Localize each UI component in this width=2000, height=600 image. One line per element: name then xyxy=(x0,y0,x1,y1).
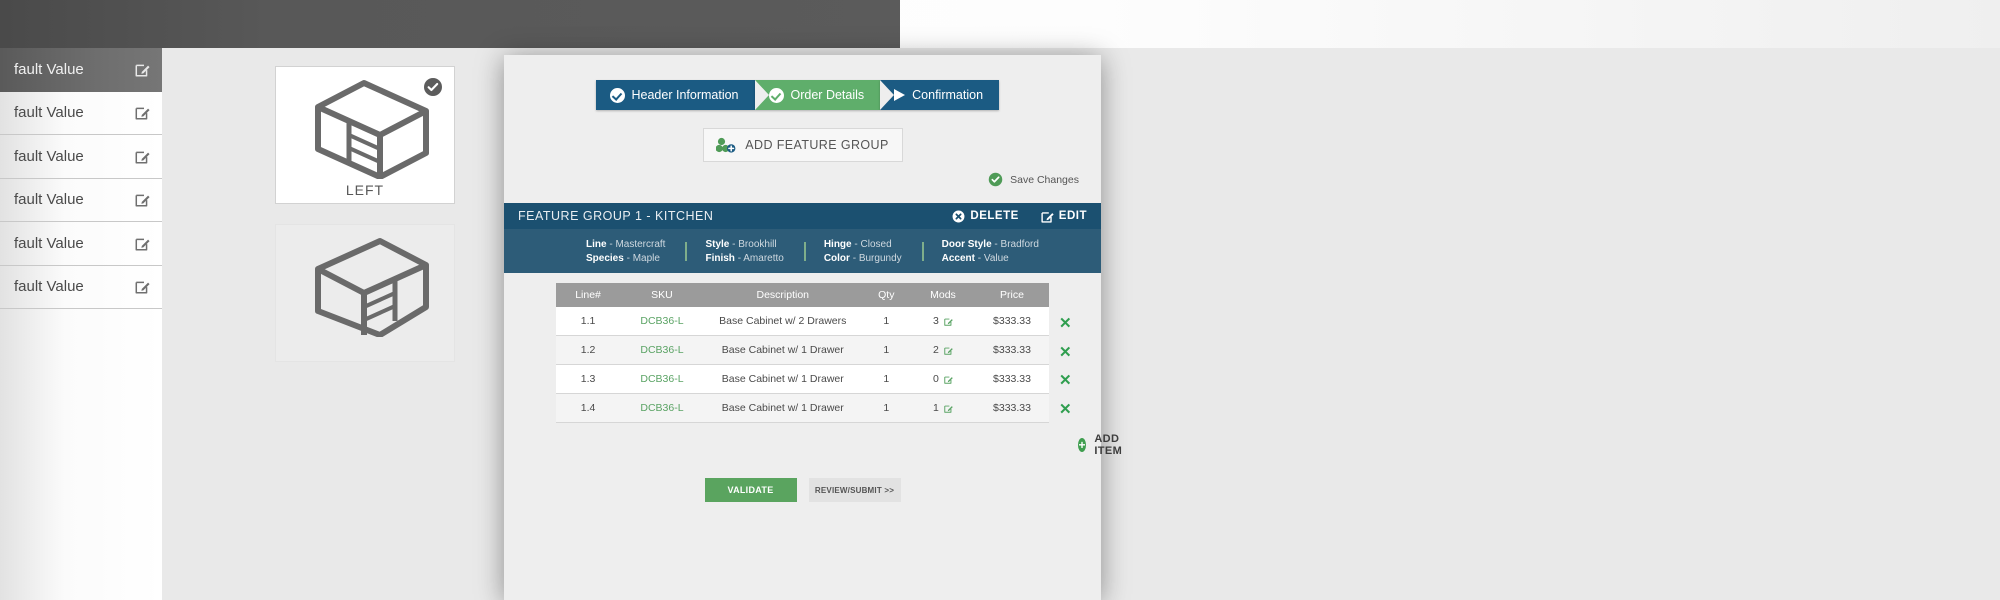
cell-description: Base Cabinet w/ 1 Drawer xyxy=(704,336,862,365)
wizard-step-label: Header Information xyxy=(632,88,739,102)
remove-row-button[interactable]: ✕ xyxy=(1059,316,1072,331)
cell-qty: 1 xyxy=(862,365,911,394)
cell-line: 1.3 xyxy=(556,365,620,394)
column-header-sku: SKU xyxy=(620,283,704,307)
attribute-species: Species - Maple xyxy=(586,253,665,264)
add-feature-group-button[interactable]: ADD FEATURE GROUP xyxy=(703,128,903,162)
add-feature-group-label: ADD FEATURE GROUP xyxy=(745,138,888,152)
attribute-finish: Finish - Amaretto xyxy=(705,253,783,264)
plus-circle-icon: + xyxy=(1078,438,1086,452)
cell-qty: 1 xyxy=(862,307,911,336)
edit-icon xyxy=(944,375,953,384)
feature-group-add-icon xyxy=(716,137,736,154)
cell-description: Base Cabinet w/ 2 Drawers xyxy=(704,307,862,336)
cell-price: $333.33 xyxy=(975,394,1049,423)
attribute-column-1: Line - Mastercraft Species - Maple xyxy=(566,239,685,264)
cell-qty: 1 xyxy=(862,336,911,365)
wizard-step-2[interactable]: Order Details xyxy=(755,80,881,110)
cell-mods[interactable]: 3 xyxy=(911,307,975,336)
items-table: Line# SKU Description Qty Mods Price 1.1… xyxy=(556,283,1049,423)
cell-line: 1.2 xyxy=(556,336,620,365)
modal-footer-buttons: VALIDATE REVIEW/SUBMIT >> xyxy=(504,478,1101,502)
attribute-door-style: Door Style - Bradford xyxy=(942,239,1039,250)
items-table-wrapper: Line# SKU Description Qty Mods Price 1.1… xyxy=(556,283,1049,423)
cell-price: $333.33 xyxy=(975,365,1049,394)
check-circle-icon xyxy=(769,88,784,103)
check-circle-icon xyxy=(610,88,625,103)
cell-description: Base Cabinet w/ 1 Drawer xyxy=(704,365,862,394)
column-header-mods: Mods xyxy=(911,283,975,307)
feature-group-title: FEATURE GROUP 1 - KITCHEN xyxy=(518,209,952,223)
add-item-label: ADD ITEM xyxy=(1094,433,1128,457)
attribute-line: Line - Mastercraft xyxy=(586,239,665,250)
save-changes-label: Save Changes xyxy=(1010,174,1079,186)
cell-line: 1.4 xyxy=(556,394,620,423)
order-details-modal: Header Information Order Details Confirmat… xyxy=(504,55,1101,600)
cell-sku[interactable]: DCB36-L xyxy=(620,365,704,394)
cell-sku[interactable]: DCB36-L xyxy=(620,307,704,336)
delete-label: DELETE xyxy=(970,210,1018,222)
attribute-column-2: Style - Brookhill Finish - Amaretto xyxy=(685,239,803,264)
attribute-color: Color - Burgundy xyxy=(824,253,902,264)
review-submit-button[interactable]: REVIEW/SUBMIT >> xyxy=(809,478,901,502)
cell-sku[interactable]: DCB36-L xyxy=(620,336,704,365)
edit-icon xyxy=(1041,210,1054,223)
add-item-button[interactable]: + ADD ITEM xyxy=(1078,433,1128,457)
cell-mods[interactable]: 2 xyxy=(911,336,975,365)
wizard-breadcrumb: Header Information Order Details Confirmat… xyxy=(596,80,1010,110)
attribute-column-3: Hinge - Closed Color - Burgundy xyxy=(804,239,922,264)
wizard-step-label: Order Details xyxy=(791,88,865,102)
edit-icon xyxy=(944,317,953,326)
column-header-description: Description xyxy=(704,283,862,307)
cell-qty: 1 xyxy=(862,394,911,423)
table-row[interactable]: 1.3DCB36-LBase Cabinet w/ 1 Drawer10$333… xyxy=(556,365,1049,394)
cell-line: 1.1 xyxy=(556,307,620,336)
cell-sku[interactable]: DCB36-L xyxy=(620,394,704,423)
attribute-style: Style - Brookhill xyxy=(705,239,783,250)
save-changes-button[interactable]: Save Changes xyxy=(988,172,1079,187)
cell-price: $333.33 xyxy=(975,307,1049,336)
edit-icon xyxy=(944,404,953,413)
edit-label: EDIT xyxy=(1059,210,1087,222)
wizard-step-label: Confirmation xyxy=(912,88,983,102)
edit-icon xyxy=(944,346,953,355)
attribute-hinge: Hinge - Closed xyxy=(824,239,902,250)
edit-feature-group-button[interactable]: EDIT xyxy=(1041,210,1087,223)
items-header-row: Line# SKU Description Qty Mods Price xyxy=(556,283,1049,307)
table-row[interactable]: 1.4DCB36-LBase Cabinet w/ 1 Drawer11$333… xyxy=(556,394,1049,423)
delete-feature-group-button[interactable]: DELETE xyxy=(952,210,1018,223)
attribute-accent: Accent - Value xyxy=(942,253,1039,264)
remove-row-button[interactable]: ✕ xyxy=(1059,345,1072,360)
feature-group-attributes: Line - Mastercraft Species - Maple Style -… xyxy=(504,229,1101,273)
wizard-step-1[interactable]: Header Information xyxy=(596,80,755,110)
cell-mods[interactable]: 0 xyxy=(911,365,975,394)
remove-row-button[interactable]: ✕ xyxy=(1059,402,1072,417)
cell-mods[interactable]: 1 xyxy=(911,394,975,423)
play-arrow-icon xyxy=(894,89,905,101)
column-header-line: Line# xyxy=(556,283,620,307)
feature-group-header: FEATURE GROUP 1 - KITCHEN DELETE EDIT xyxy=(504,203,1101,229)
remove-row-button[interactable]: ✕ xyxy=(1059,373,1072,388)
cell-description: Base Cabinet w/ 1 Drawer xyxy=(704,394,862,423)
default-value-list: fault Valuefault Valuefault Valuefault V… xyxy=(0,467,162,600)
column-header-price: Price xyxy=(975,283,1049,307)
table-row[interactable]: 1.2DCB36-LBase Cabinet w/ 1 Drawer12$333… xyxy=(556,336,1049,365)
validate-button[interactable]: VALIDATE xyxy=(705,478,797,502)
attribute-column-4: Door Style - Bradford Accent - Value xyxy=(922,239,1059,264)
cell-price: $333.33 xyxy=(975,336,1049,365)
check-circle-icon xyxy=(988,172,1003,187)
column-header-qty: Qty xyxy=(862,283,911,307)
table-row[interactable]: 1.1DCB36-LBase Cabinet w/ 2 Drawers13$33… xyxy=(556,307,1049,336)
close-circle-icon xyxy=(952,210,965,223)
wizard-step-3[interactable]: Confirmation xyxy=(880,80,999,110)
